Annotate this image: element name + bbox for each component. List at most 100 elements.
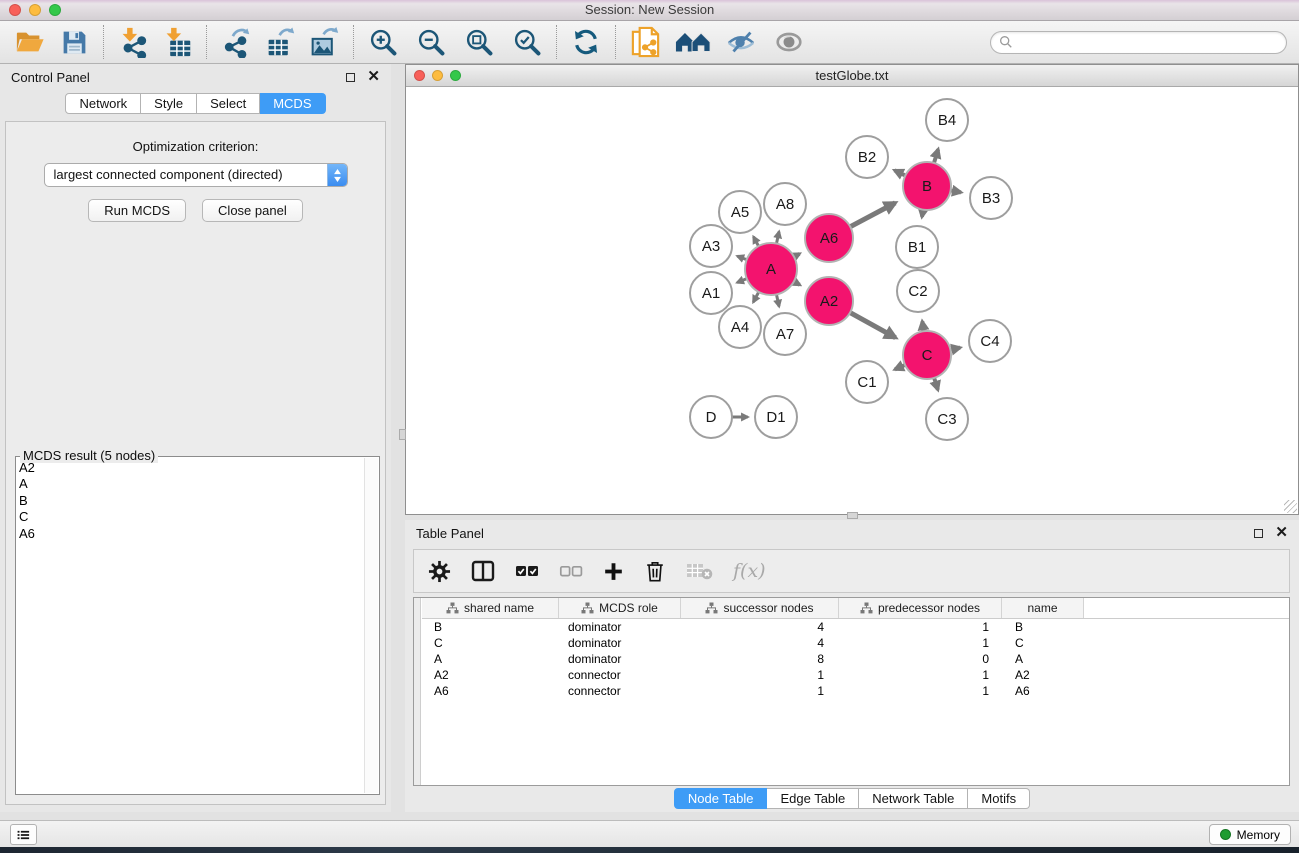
dropdown-stepper-icon [327,164,347,186]
zoom-network-icon[interactable] [450,70,461,81]
graph-node-C2[interactable]: C2 [897,270,939,312]
resize-grip-icon[interactable] [1284,500,1297,513]
run-mcds-button[interactable]: Run MCDS [88,199,186,222]
table-panel-title: Table Panel [416,526,484,541]
network-canvas[interactable]: B4 B2 B B3 A5A8A6 A3 B1 A A1 C2 A2 A4A7 C4 C C1 D D1 C3 [406,87,1298,514]
column-header-successor-nodes[interactable]: successor nodes [681,598,839,618]
deselect-all-button[interactable] [559,563,583,579]
table-body: B dominator 4 1 B C dominator 4 1 C A do… [422,619,1289,699]
graph-node-A4[interactable]: A4 [719,306,761,348]
zoom-window-icon[interactable] [49,4,61,16]
graph-node-A1[interactable]: A1 [690,272,732,314]
delete-table-button[interactable] [686,561,713,581]
tab-network-table[interactable]: Network Table [859,788,968,809]
tab-mcds[interactable]: MCDS [260,93,325,114]
mcds-result-list[interactable]: A2 A B C A6 [19,460,361,791]
result-item[interactable]: C [19,509,361,525]
control-panel-header: Control Panel ✕ [0,64,391,90]
save-session-button[interactable] [56,24,92,60]
network-graph[interactable]: B4 B2 B B3 A5A8A6 A3 B1 A A1 C2 A2 A4A7 C4 C C1 D D1 C3 [406,87,1298,514]
float-panel-icon[interactable] [346,73,355,82]
result-item[interactable]: A6 [19,526,361,542]
graph-edge-A6-B[interactable] [848,203,895,228]
graph-node-A[interactable]: A [745,243,797,295]
result-item[interactable]: B [19,493,361,509]
table-row[interactable]: B dominator 4 1 B [422,619,1289,635]
graph-node-A5[interactable]: A5 [719,191,761,233]
column-header-predecessor-nodes[interactable]: predecessor nodes [839,598,1002,618]
open-session-button[interactable] [12,24,48,60]
zoom-fit-button[interactable] [461,24,497,60]
graph-node-label: B2 [858,149,876,166]
graph-node-B1[interactable]: B1 [896,226,938,268]
task-history-button[interactable] [10,824,37,845]
table-row[interactable]: A6 connector 1 1 A6 [422,683,1289,699]
close-panel-button[interactable]: Close panel [202,199,303,222]
clone-network-button[interactable] [627,24,663,60]
table-row[interactable]: A dominator 8 0 A [422,651,1289,667]
graph-node-B3[interactable]: B3 [970,177,1012,219]
float-panel-icon[interactable] [1254,529,1263,538]
graph-node-label: D1 [766,409,785,426]
graph-node-C3[interactable]: C3 [926,398,968,440]
tab-motifs[interactable]: Motifs [968,788,1030,809]
column-header-mcds-role[interactable]: MCDS role [559,598,681,618]
result-item[interactable]: A2 [19,460,361,476]
criterion-dropdown[interactable]: largest connected component (directed) [44,163,348,187]
graph-node-D[interactable]: D [690,396,732,438]
zoom-in-button[interactable] [365,24,401,60]
graph-node-B2[interactable]: B2 [846,136,888,178]
memory-button[interactable]: Memory [1209,824,1291,845]
zoom-selected-button[interactable] [509,24,545,60]
function-builder-icon[interactable]: f(x) [733,560,766,582]
splitter-handle[interactable] [399,429,406,440]
graph-node-B4[interactable]: B4 [926,99,968,141]
zoom-out-button[interactable] [413,24,449,60]
gear-button[interactable] [428,560,451,583]
export-table-button[interactable] [262,24,298,60]
import-table-button[interactable] [159,24,195,60]
tab-edge-table[interactable]: Edge Table [767,788,859,809]
tab-select[interactable]: Select [197,93,260,114]
close-panel-icon[interactable]: ✕ [367,72,380,82]
table-row[interactable]: A2 connector 1 1 A2 [422,667,1289,683]
result-item[interactable]: A [19,476,361,492]
hide-network-button[interactable] [723,24,759,60]
column-header-name[interactable]: name [1002,598,1084,618]
graph-node-A8[interactable]: A8 [764,183,806,225]
add-column-button[interactable] [603,561,624,582]
graph-node-C[interactable]: C [903,331,951,379]
column-header-shared-name[interactable]: shared name [422,598,559,618]
splitter-handle[interactable] [847,512,858,519]
graph-node-C4[interactable]: C4 [969,320,1011,362]
tab-node-table[interactable]: Node Table [674,788,768,809]
graph-node-B[interactable]: B [903,162,951,210]
close-panel-icon[interactable]: ✕ [1275,528,1288,538]
graph-node-A6[interactable]: A6 [805,214,853,262]
export-image-button[interactable] [306,24,342,60]
close-network-icon[interactable] [414,70,425,81]
import-network-button[interactable] [115,24,151,60]
delete-column-button[interactable] [644,560,666,583]
first-neighbors-button[interactable] [675,24,711,60]
show-network-button[interactable] [771,24,807,60]
export-network-button[interactable] [218,24,254,60]
graph-edge-A2-C[interactable] [848,312,895,338]
minimize-network-icon[interactable] [432,70,443,81]
search-input[interactable] [1013,34,1278,50]
select-all-button[interactable] [515,563,539,579]
column-layout-button[interactable] [471,560,495,582]
tab-style[interactable]: Style [141,93,197,114]
graph-node-A3[interactable]: A3 [690,225,732,267]
refresh-layout-button[interactable] [568,24,604,60]
graph-node-A2[interactable]: A2 [805,277,853,325]
table-row[interactable]: C dominator 4 1 C [422,635,1289,651]
graph-node-C1[interactable]: C1 [846,361,888,403]
tab-network[interactable]: Network [65,93,141,114]
graph-node-D1[interactable]: D1 [755,396,797,438]
minimize-window-icon[interactable] [29,4,41,16]
close-window-icon[interactable] [9,4,21,16]
graph-node-A7[interactable]: A7 [764,313,806,355]
result-scrollbar[interactable] [364,458,378,793]
search-field[interactable] [990,31,1287,54]
